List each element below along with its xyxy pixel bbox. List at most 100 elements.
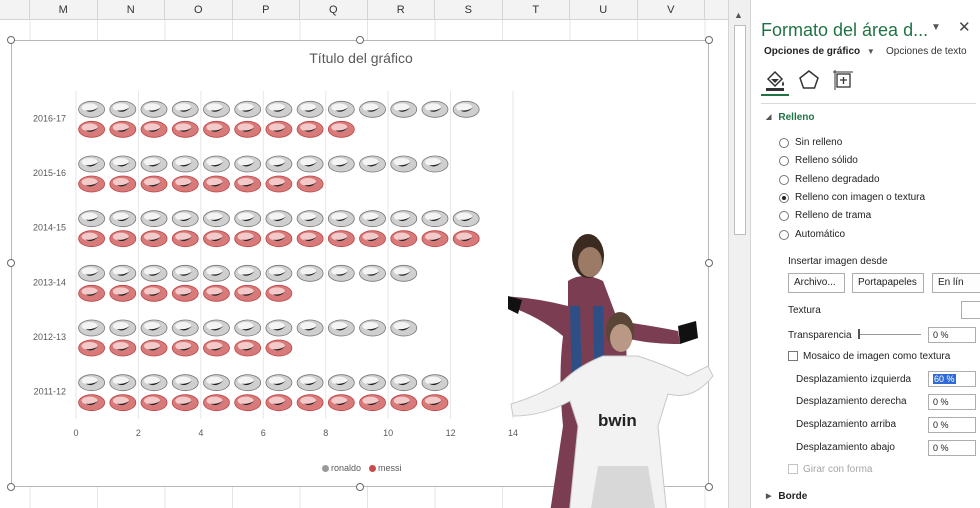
ronaldo-ball-marker[interactable] — [140, 319, 168, 337]
ronaldo-ball-marker[interactable] — [265, 100, 293, 118]
ronaldo-ball-marker[interactable] — [171, 155, 199, 173]
ronaldo-ball-marker[interactable] — [109, 155, 137, 173]
resize-handle-tl[interactable] — [7, 36, 15, 44]
messi-ball-marker[interactable] — [203, 284, 230, 302]
column-header-u[interactable]: U — [570, 0, 638, 20]
scroll-up-arrow-icon[interactable]: ▲ — [734, 10, 743, 20]
ronaldo-ball-marker[interactable] — [109, 100, 137, 118]
ronaldo-ball-marker[interactable] — [203, 319, 230, 337]
messi-ball-marker[interactable] — [359, 230, 386, 248]
ronaldo-ball-marker[interactable] — [78, 264, 106, 282]
messi-ball-marker[interactable] — [296, 230, 324, 248]
ronaldo-ball-marker[interactable] — [171, 210, 199, 228]
messi-ball-marker[interactable] — [327, 394, 355, 412]
ronaldo-ball-marker[interactable] — [109, 264, 137, 282]
messi-ball-marker[interactable] — [421, 230, 449, 248]
column-header-o[interactable]: O — [165, 0, 233, 20]
messi-ball-marker[interactable] — [78, 120, 106, 138]
messi-ball-marker[interactable] — [109, 284, 137, 302]
offset-left-input[interactable]: 60 % — [928, 371, 976, 387]
ronaldo-ball-marker[interactable] — [140, 264, 168, 282]
ronaldo-ball-marker[interactable] — [140, 374, 168, 392]
ronaldo-ball-marker[interactable] — [78, 374, 106, 392]
messi-ball-marker[interactable] — [327, 230, 355, 248]
ronaldo-ball-marker[interactable] — [203, 210, 230, 228]
ronaldo-ball-marker[interactable] — [171, 100, 199, 118]
messi-ball-marker[interactable] — [109, 339, 137, 357]
column-header-v[interactable]: V — [638, 0, 705, 20]
ronaldo-ball-marker[interactable] — [421, 374, 449, 392]
messi-ball-marker[interactable] — [203, 339, 230, 357]
messi-ball-marker[interactable] — [171, 284, 199, 302]
messi-ball-marker[interactable] — [390, 230, 418, 248]
ronaldo-ball-marker[interactable] — [265, 374, 293, 392]
tab-chart-options[interactable]: Opciones de gráfico ▼ — [764, 46, 875, 57]
ronaldo-ball-marker[interactable] — [390, 374, 418, 392]
messi-ball-marker[interactable] — [171, 230, 199, 248]
close-icon[interactable]: ✕ — [958, 18, 971, 36]
messi-ball-marker[interactable] — [109, 230, 137, 248]
transparency-input[interactable]: 0 % — [928, 327, 976, 343]
messi-ball-marker[interactable] — [265, 175, 293, 193]
ronaldo-ball-marker[interactable] — [327, 374, 355, 392]
messi-ball-marker[interactable] — [234, 284, 262, 302]
ronaldo-ball-marker[interactable] — [234, 264, 262, 282]
column-header-m[interactable]: M — [30, 0, 98, 20]
radio-no-fill-button[interactable] — [779, 137, 789, 148]
column-header-w[interactable]: W — [705, 0, 728, 20]
ronaldo-ball-marker[interactable] — [265, 319, 293, 337]
ronaldo-ball-marker[interactable] — [452, 100, 480, 118]
ronaldo-ball-marker[interactable] — [390, 264, 418, 282]
ronaldo-ball-marker[interactable] — [203, 100, 230, 118]
spreadsheet-area[interactable]: MNOPQRSTUVW Título del gráfico 024681012… — [0, 0, 728, 508]
ronaldo-ball-marker[interactable] — [359, 319, 386, 337]
offset-bottom-input[interactable]: 0 % — [928, 440, 976, 456]
online-button[interactable]: En lín — [932, 273, 980, 293]
messi-ball-marker[interactable] — [109, 175, 137, 193]
column-header-r[interactable]: R — [368, 0, 435, 20]
messi-ball-marker[interactable] — [140, 230, 168, 248]
messi-ball-marker[interactable] — [203, 394, 230, 412]
ronaldo-ball-marker[interactable] — [327, 319, 355, 337]
ronaldo-ball-marker[interactable] — [171, 319, 199, 337]
messi-ball-marker[interactable] — [296, 120, 324, 138]
ronaldo-ball-marker[interactable] — [171, 264, 199, 282]
tile-checkbox[interactable] — [788, 351, 798, 361]
radio-pattern-fill[interactable]: Relleno de trama — [779, 210, 871, 221]
messi-ball-marker[interactable] — [265, 230, 293, 248]
ronaldo-ball-marker[interactable] — [421, 100, 449, 118]
messi-ball-marker[interactable] — [140, 120, 168, 138]
messi-ball-marker[interactable] — [234, 339, 262, 357]
column-header-p[interactable]: P — [233, 0, 300, 20]
ronaldo-ball-marker[interactable] — [296, 100, 324, 118]
ronaldo-ball-marker[interactable] — [140, 100, 168, 118]
messi-ball-marker[interactable] — [234, 120, 262, 138]
ronaldo-ball-marker[interactable] — [359, 210, 386, 228]
ronaldo-ball-marker[interactable] — [203, 374, 230, 392]
radio-no-fill[interactable]: Sin relleno — [779, 137, 842, 148]
ronaldo-ball-marker[interactable] — [265, 155, 293, 173]
ronaldo-ball-marker[interactable] — [234, 319, 262, 337]
ronaldo-ball-marker[interactable] — [140, 210, 168, 228]
ronaldo-ball-marker[interactable] — [452, 210, 480, 228]
ronaldo-ball-marker[interactable] — [109, 210, 137, 228]
messi-ball-marker[interactable] — [78, 284, 106, 302]
offset-right-input[interactable]: 0 % — [928, 394, 976, 410]
ronaldo-ball-marker[interactable] — [327, 264, 355, 282]
transparency-slider-track[interactable] — [859, 334, 921, 335]
ronaldo-ball-marker[interactable] — [296, 210, 324, 228]
messi-ball-marker[interactable] — [296, 394, 324, 412]
ronaldo-ball-marker[interactable] — [78, 319, 106, 337]
file-button[interactable]: Archivo... — [788, 273, 845, 293]
transparency-slider-thumb[interactable] — [858, 329, 860, 339]
texture-picker-button[interactable] — [961, 301, 980, 319]
messi-ball-marker[interactable] — [359, 394, 386, 412]
messi-ball-marker[interactable] — [421, 394, 449, 412]
messi-ball-marker[interactable] — [140, 394, 168, 412]
radio-gradient-fill[interactable]: Relleno degradado — [779, 174, 880, 185]
messi-ball-marker[interactable] — [109, 394, 137, 412]
column-header-q[interactable]: Q — [300, 0, 368, 20]
chart-legend[interactable]: ronaldo messi — [322, 463, 402, 473]
messi-ball-marker[interactable] — [203, 230, 230, 248]
ronaldo-ball-marker[interactable] — [265, 264, 293, 282]
